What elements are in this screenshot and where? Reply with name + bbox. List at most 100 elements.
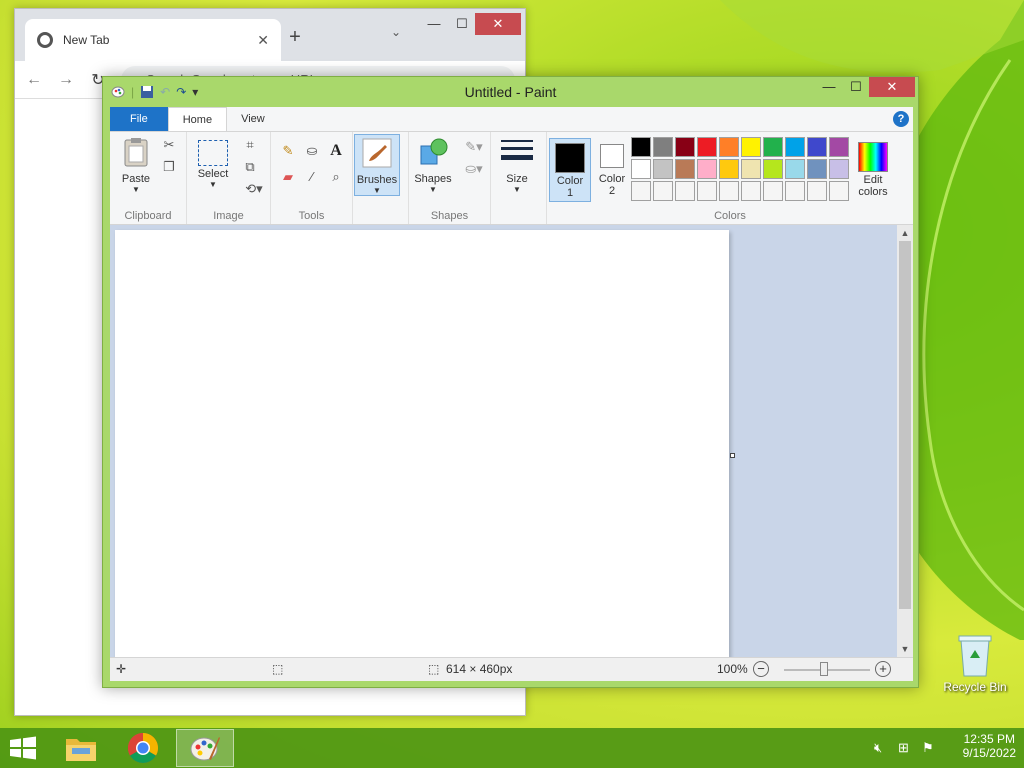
pencil-icon[interactable]: ✎ — [279, 142, 297, 160]
edit-colors-button[interactable]: Edit colors — [853, 138, 893, 202]
canvas-workarea — [110, 225, 897, 657]
tab-home[interactable]: Home — [167, 107, 228, 131]
vertical-scrollbar[interactable]: ▲ ▼ — [897, 225, 913, 657]
drawing-canvas[interactable] — [115, 230, 729, 657]
palette-swatch-3-4[interactable] — [697, 181, 717, 201]
chrome-minimize-button[interactable]: — — [419, 13, 449, 35]
chrome-close-button[interactable]: ✕ — [475, 13, 521, 35]
shapes-button[interactable]: Shapes ▼ — [413, 136, 453, 194]
taskbar-file-explorer[interactable] — [52, 729, 110, 767]
chrome-maximize-button[interactable]: ☐ — [447, 13, 477, 35]
tab-file[interactable]: File — [110, 107, 168, 131]
palette-swatch-1-6[interactable] — [741, 137, 761, 157]
palette-swatch-3-10[interactable] — [829, 181, 849, 201]
action-center-flag-icon[interactable]: ⚑ — [922, 740, 934, 756]
chrome-tab-strip: New Tab ✕ + ⌄ — ☐ ✕ — [15, 9, 525, 61]
palette-swatch-1-5[interactable] — [719, 137, 739, 157]
scrollbar-thumb[interactable] — [899, 241, 911, 609]
scroll-up-arrow-icon[interactable]: ▲ — [897, 225, 913, 241]
color-picker-icon[interactable]: ⁄ — [303, 168, 321, 186]
palette-swatch-1-3[interactable] — [675, 137, 695, 157]
rotate-icon[interactable]: ⟲▾ — [241, 180, 267, 198]
select-label: Select — [197, 168, 229, 180]
clock[interactable]: 12:35 PM 9/15/2022 — [963, 732, 1016, 760]
tab-search-chevron-icon[interactable]: ⌄ — [391, 25, 401, 39]
palette-swatch-3-7[interactable] — [763, 181, 783, 201]
resize-icon[interactable]: ⧉ — [241, 158, 259, 176]
edit-colors-icon — [858, 142, 888, 172]
shapes-chevron-icon: ▼ — [429, 185, 437, 194]
magnifier-icon[interactable]: ⌕ — [327, 168, 345, 186]
recycle-bin-label: Recycle Bin — [943, 680, 1007, 694]
zoom-level: 100% — [717, 662, 748, 676]
palette-swatch-1-9[interactable] — [807, 137, 827, 157]
copy-icon[interactable]: ❐ — [160, 158, 178, 176]
cut-icon[interactable]: ✂ — [160, 136, 178, 154]
back-arrow-icon[interactable]: ← — [25, 71, 43, 89]
fill-icon[interactable]: ⛀▾ — [461, 160, 487, 178]
palette-swatch-3-8[interactable] — [785, 181, 805, 201]
palette-swatch-2-6[interactable] — [741, 159, 761, 179]
size-button[interactable]: Size ▼ — [497, 136, 537, 194]
group-shapes: Shapes ▼ ✎▾ ⛀▾ Shapes — [409, 132, 491, 224]
outline-icon[interactable]: ✎▾ — [461, 138, 487, 156]
text-tool-icon[interactable]: A — [327, 142, 345, 160]
brush-icon — [362, 138, 392, 168]
palette-swatch-3-9[interactable] — [807, 181, 827, 201]
tab-view[interactable]: View — [227, 107, 279, 131]
palette-swatch-1-7[interactable] — [763, 137, 783, 157]
paint-minimize-button[interactable]: — — [816, 77, 842, 97]
clock-time: 12:35 PM — [963, 732, 1015, 746]
palette-swatch-2-1[interactable] — [631, 159, 651, 179]
palette-swatch-3-3[interactable] — [675, 181, 695, 201]
new-tab-button[interactable]: + — [281, 23, 309, 51]
volume-muted-icon[interactable]: 🔇︎ — [874, 740, 882, 756]
recycle-bin-shortcut[interactable]: Recycle Bin — [942, 632, 1008, 694]
paint-maximize-button[interactable]: ☐ — [843, 77, 869, 97]
palette-swatch-2-3[interactable] — [675, 159, 695, 179]
shapes-label: Shapes — [414, 173, 452, 185]
palette-swatch-3-6[interactable] — [741, 181, 761, 201]
eraser-icon[interactable]: ▰ — [279, 168, 297, 186]
paste-button[interactable]: Paste ▼ — [116, 136, 156, 194]
paint-window[interactable]: | ↶ ↷ ▾ Untitled - Paint — ☐ ✕ File Home… — [102, 76, 919, 688]
forward-arrow-icon[interactable]: → — [57, 71, 75, 89]
select-button[interactable]: Select ▼ — [193, 136, 233, 189]
taskbar: 🔇︎ ⊞ ⚑ 12:35 PM 9/15/2022 — [0, 728, 1024, 768]
palette-swatch-3-1[interactable] — [631, 181, 651, 201]
color1-button[interactable]: Color 1 — [549, 138, 591, 202]
zoom-slider-thumb[interactable] — [820, 662, 828, 676]
taskbar-chrome[interactable] — [114, 729, 172, 767]
zoom-out-button[interactable]: − — [753, 661, 769, 677]
windows-start-icon[interactable] — [8, 736, 38, 760]
palette-swatch-2-9[interactable] — [807, 159, 827, 179]
canvas-resize-handle-right[interactable] — [730, 453, 735, 458]
network-icon[interactable]: ⊞ — [898, 740, 909, 756]
help-icon[interactable]: ? — [893, 111, 909, 127]
palette-swatch-2-10[interactable] — [829, 159, 849, 179]
scroll-down-arrow-icon[interactable]: ▼ — [897, 641, 913, 657]
palette-swatch-1-1[interactable] — [631, 137, 651, 157]
palette-swatch-2-8[interactable] — [785, 159, 805, 179]
brushes-button[interactable]: Brushes ▼ — [354, 134, 400, 196]
palette-swatch-2-2[interactable] — [653, 159, 673, 179]
crop-icon[interactable]: ⌗ — [241, 136, 259, 154]
fill-bucket-icon[interactable]: ⛀ — [303, 142, 321, 160]
palette-swatch-3-5[interactable] — [719, 181, 739, 201]
color2-button[interactable]: Color 2 — [591, 138, 633, 202]
chrome-tab-new-tab[interactable]: New Tab ✕ — [25, 19, 281, 61]
palette-swatch-2-4[interactable] — [697, 159, 717, 179]
paint-close-button[interactable]: ✕ — [869, 77, 915, 97]
palette-swatch-1-8[interactable] — [785, 137, 805, 157]
palette-swatch-1-10[interactable] — [829, 137, 849, 157]
selection-size-icon: ⬚ — [272, 662, 284, 676]
palette-swatch-3-2[interactable] — [653, 181, 673, 201]
ribbon-tab-strip: File Home View ? — [110, 107, 913, 131]
palette-swatch-2-5[interactable] — [719, 159, 739, 179]
palette-swatch-1-4[interactable] — [697, 137, 717, 157]
palette-swatch-2-7[interactable] — [763, 159, 783, 179]
palette-swatch-1-2[interactable] — [653, 137, 673, 157]
tab-close-icon[interactable]: ✕ — [257, 32, 269, 49]
zoom-in-button[interactable]: + — [875, 661, 891, 677]
taskbar-paint[interactable] — [176, 729, 234, 767]
